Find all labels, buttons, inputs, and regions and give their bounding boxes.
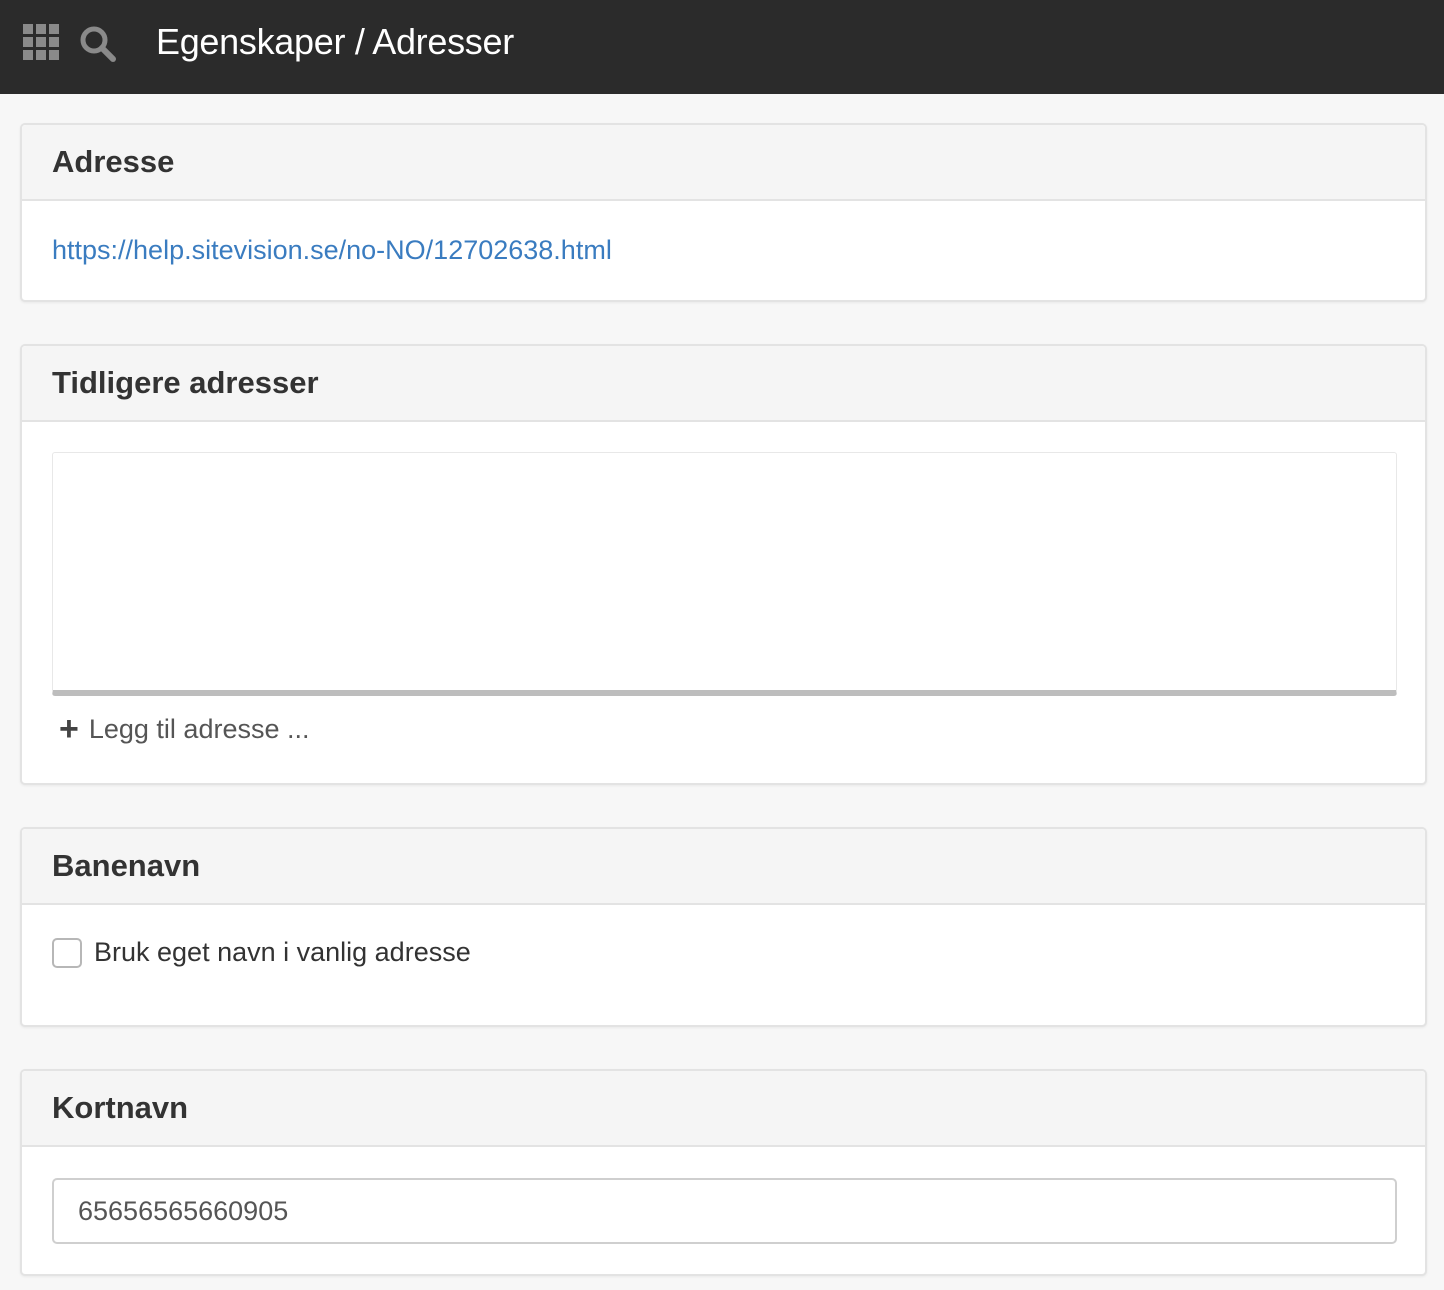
custom-name-checkbox-row[interactable]: Bruk eget navn i vanlig adresse: [52, 937, 471, 968]
shortname-panel-title: Kortnavn: [52, 1090, 189, 1125]
search-icon[interactable]: [78, 24, 118, 64]
add-address-button[interactable]: + Legg til adresse ...: [59, 712, 310, 746]
shortname-input[interactable]: [52, 1178, 1397, 1244]
previous-addresses-panel-title: Tidligere adresser: [52, 365, 319, 400]
current-address-link[interactable]: https://help.sitevision.se/no-NO/1270263…: [52, 235, 612, 266]
app-grid-icon[interactable]: [23, 24, 59, 60]
shortname-panel: Kortnavn: [20, 1069, 1427, 1276]
previous-addresses-panel-header: Tidligere adresser: [22, 346, 1425, 422]
address-panel-header: Adresse: [22, 125, 1425, 201]
page-title: Egenskaper / Adresser: [156, 21, 514, 62]
custom-name-checkbox[interactable]: [52, 937, 82, 968]
address-panel: Adresse https://help.sitevision.se/no-NO…: [20, 123, 1427, 302]
top-bar: Egenskaper / Adresser: [0, 0, 1444, 94]
custom-name-checkbox-label[interactable]: Bruk eget navn i vanlig adresse: [94, 937, 471, 968]
previous-addresses-panel: Tidligere adresser + Legg til adresse ..…: [20, 344, 1427, 785]
pathname-panel-header: Banenavn: [22, 829, 1425, 905]
address-panel-title: Adresse: [52, 144, 175, 179]
plus-icon: +: [59, 710, 79, 748]
pathname-panel-title: Banenavn: [52, 848, 201, 883]
shortname-panel-header: Kortnavn: [22, 1071, 1425, 1147]
previous-addresses-list[interactable]: [52, 452, 1397, 696]
add-address-label: Legg til adresse ...: [88, 713, 310, 744]
pathname-panel: Banenavn Bruk eget navn i vanlig adresse: [20, 827, 1427, 1027]
